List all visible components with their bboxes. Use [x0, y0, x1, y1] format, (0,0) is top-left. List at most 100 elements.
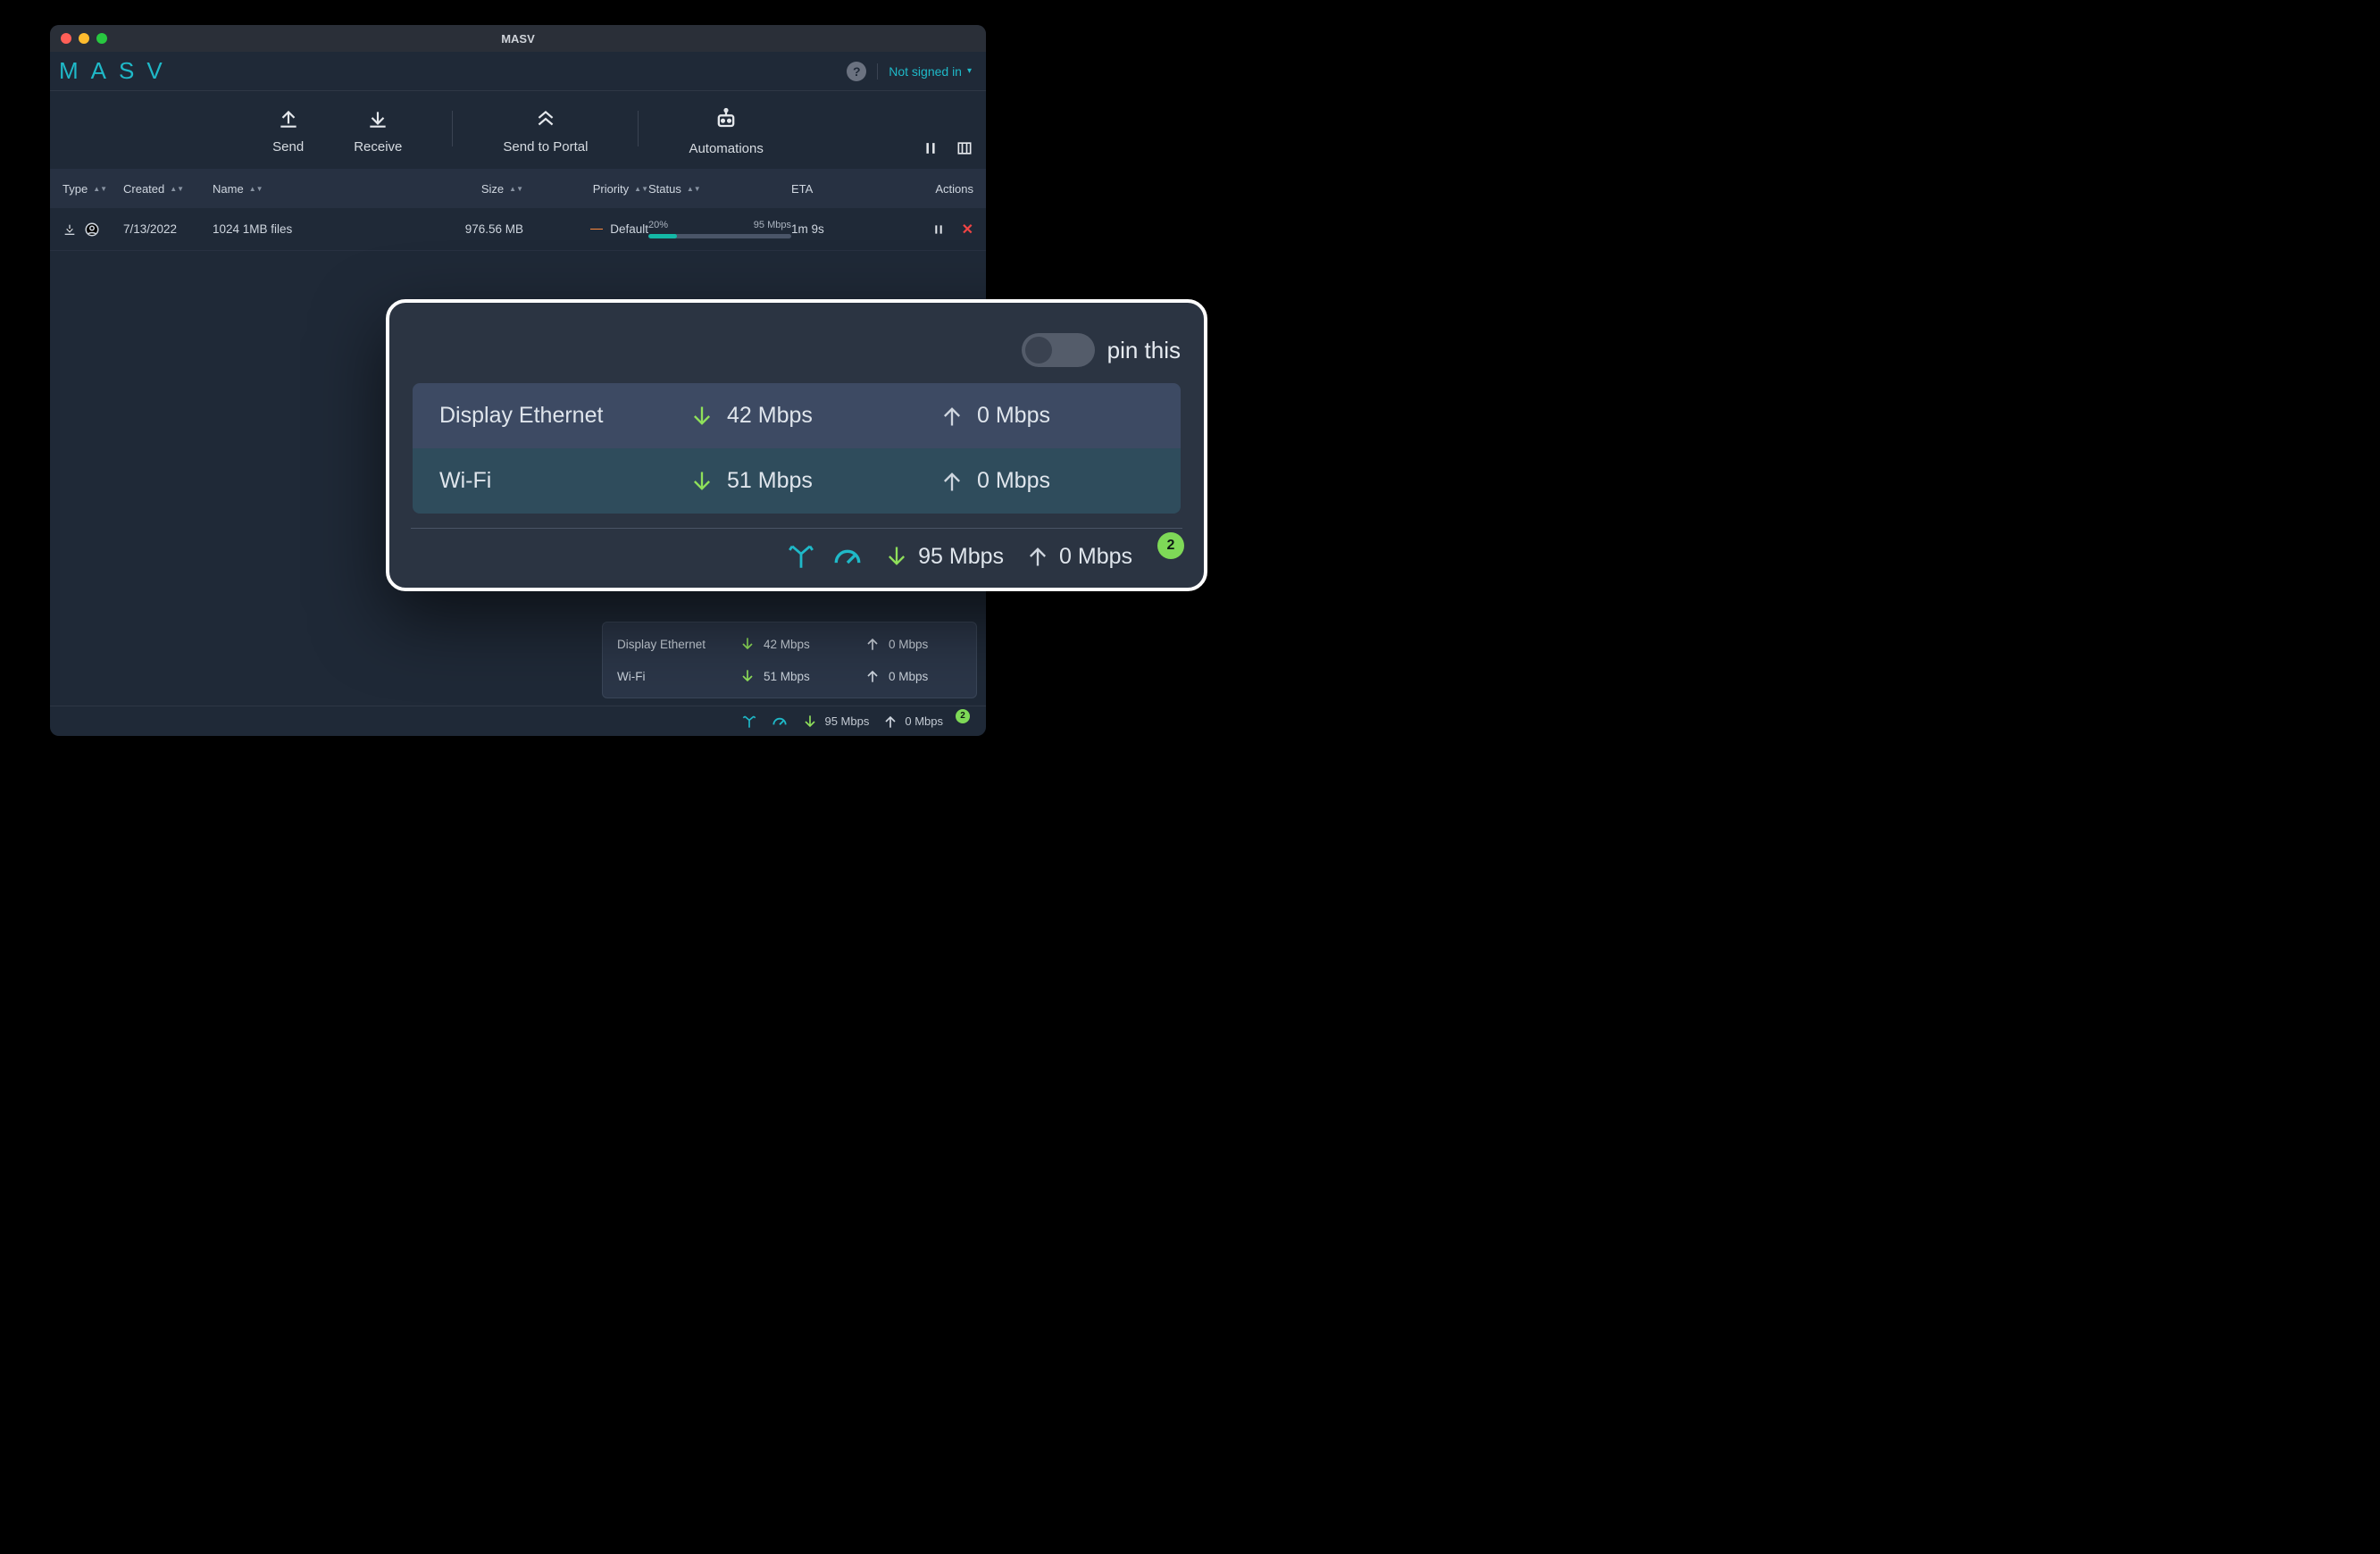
- double-chevron-up-icon: [534, 107, 557, 130]
- speedometer-icon[interactable]: [771, 713, 789, 731]
- pause-row-button[interactable]: [931, 222, 946, 237]
- pin-toggle-label: pin this: [1107, 337, 1181, 364]
- iface-name: Wi-Fi: [439, 468, 689, 494]
- iface-down: 42 Mbps: [727, 403, 813, 429]
- col-created[interactable]: Created▲▼: [123, 182, 213, 196]
- connection-count-badge: 2: [1157, 532, 1184, 559]
- col-type[interactable]: Type▲▼: [63, 182, 123, 196]
- toolbar-divider: [638, 111, 639, 146]
- app-header: MASV ? Not signed in ▾: [50, 52, 986, 91]
- popover-upload-rate: 0 Mbps: [1059, 544, 1132, 570]
- iface-up: 0 Mbps: [977, 403, 1050, 429]
- divider: [877, 63, 878, 79]
- close-window-button[interactable]: [61, 33, 71, 44]
- row-percent: 20%: [648, 220, 668, 230]
- toolbar-divider: [452, 111, 453, 146]
- interface-list: Display Ethernet 42 Mbps 0 Mbps Wi-Fi 51…: [413, 383, 1181, 514]
- table-header: Type▲▼ Created▲▼ Name▲▼ Size▲▼ Priority▲…: [50, 169, 986, 208]
- download-icon: [366, 107, 389, 130]
- arrow-up-icon: [1025, 544, 1050, 569]
- sort-icon: ▲▼: [93, 187, 107, 191]
- signin-dropdown[interactable]: Not signed in ▾: [889, 64, 972, 79]
- window-titlebar: MASV: [50, 25, 986, 52]
- progress-fill: [648, 234, 677, 238]
- arrow-up-icon: [881, 713, 899, 731]
- popover-footer: 95 Mbps 0 Mbps 2: [413, 541, 1181, 572]
- col-status[interactable]: Status▲▼: [648, 182, 791, 196]
- col-eta: ETA: [791, 182, 881, 196]
- arrow-up-icon: [864, 667, 881, 685]
- iface-name: Display Ethernet: [439, 403, 689, 429]
- traffic-lights: [61, 25, 107, 52]
- row-actions: ✕: [881, 221, 973, 238]
- receive-button[interactable]: Receive: [354, 107, 402, 155]
- divider: [411, 528, 1182, 529]
- arrow-up-icon: [939, 469, 965, 494]
- iface-name: Wi-Fi: [617, 670, 739, 683]
- list-item[interactable]: Wi-Fi 51 Mbps 0 Mbps: [413, 448, 1181, 514]
- col-priority[interactable]: Priority▲▼: [523, 182, 648, 196]
- footer-download-rate: 95 Mbps: [824, 714, 869, 728]
- columns-button[interactable]: [956, 139, 973, 162]
- brand-logo: MASV: [59, 57, 175, 85]
- user-circle-icon: [84, 221, 100, 238]
- status-bar: 95 Mbps 0 Mbps 2: [50, 706, 986, 736]
- row-type: [63, 221, 123, 238]
- col-actions: Actions: [881, 182, 973, 196]
- iface-name: Display Ethernet: [617, 638, 739, 651]
- automations-button[interactable]: Automations: [689, 107, 763, 156]
- automations-label: Automations: [689, 141, 763, 156]
- popover-download-rate: 95 Mbps: [918, 544, 1004, 570]
- window-title: MASV: [501, 32, 535, 46]
- send-label: Send: [272, 139, 304, 155]
- footer-upload: 0 Mbps: [881, 713, 943, 731]
- arrow-down-icon: [689, 469, 714, 494]
- footer-download: 95 Mbps: [801, 713, 869, 731]
- row-priority-label: Default: [610, 222, 648, 236]
- row-created: 7/13/2022: [123, 222, 213, 236]
- sort-icon: ▲▼: [249, 187, 263, 191]
- sort-icon: ▲▼: [170, 187, 184, 191]
- iface-down: 42 Mbps: [764, 638, 810, 651]
- signin-label: Not signed in: [889, 64, 962, 79]
- send-button[interactable]: Send: [272, 107, 304, 155]
- multipath-icon[interactable]: [740, 713, 758, 731]
- pin-toggle[interactable]: [1022, 333, 1095, 367]
- list-item[interactable]: Wi-Fi 51 Mbps 0 Mbps: [603, 660, 976, 692]
- iface-down: 51 Mbps: [764, 670, 810, 683]
- arrow-down-icon: [689, 404, 714, 429]
- connection-count-badge: 2: [956, 709, 970, 723]
- row-rate: 95 Mbps: [754, 220, 791, 230]
- robot-icon: [714, 107, 739, 132]
- row-priority[interactable]: Default: [523, 222, 648, 236]
- popover-download: 95 Mbps: [884, 544, 1004, 570]
- send-to-portal-button[interactable]: Send to Portal: [503, 107, 588, 155]
- network-stats-popover-small: Display Ethernet 42 Mbps 0 Mbps Wi-Fi 51…: [602, 622, 977, 698]
- priority-default-icon: [590, 229, 603, 230]
- list-item[interactable]: Display Ethernet 42 Mbps 0 Mbps: [413, 383, 1181, 448]
- download-small-icon: [63, 222, 77, 237]
- arrow-up-icon: [939, 404, 965, 429]
- row-name: 1024 1MB files: [213, 222, 425, 236]
- brand-text: MASV: [59, 57, 175, 85]
- arrow-down-icon: [884, 544, 909, 569]
- help-icon[interactable]: ?: [847, 62, 866, 81]
- minimize-window-button[interactable]: [79, 33, 89, 44]
- arrow-up-icon: [864, 635, 881, 653]
- speedometer-icon[interactable]: [832, 541, 863, 572]
- sort-icon: ▲▼: [634, 187, 648, 191]
- send-to-portal-label: Send to Portal: [503, 139, 588, 155]
- row-eta: 1m 9s: [791, 222, 881, 236]
- col-name[interactable]: Name▲▼: [213, 182, 425, 196]
- list-item[interactable]: Display Ethernet 42 Mbps 0 Mbps: [603, 628, 976, 660]
- col-size[interactable]: Size▲▼: [425, 182, 523, 196]
- progress-bar: [648, 234, 791, 238]
- zoom-window-button[interactable]: [96, 33, 107, 44]
- multipath-icon[interactable]: [786, 541, 816, 572]
- chevron-down-icon: ▾: [967, 66, 972, 76]
- cancel-row-button[interactable]: ✕: [962, 221, 973, 238]
- table-row[interactable]: 7/13/2022 1024 1MB files 976.56 MB Defau…: [50, 208, 986, 251]
- iface-up: 0 Mbps: [977, 468, 1050, 494]
- pause-all-button[interactable]: [922, 139, 939, 162]
- receive-label: Receive: [354, 139, 402, 155]
